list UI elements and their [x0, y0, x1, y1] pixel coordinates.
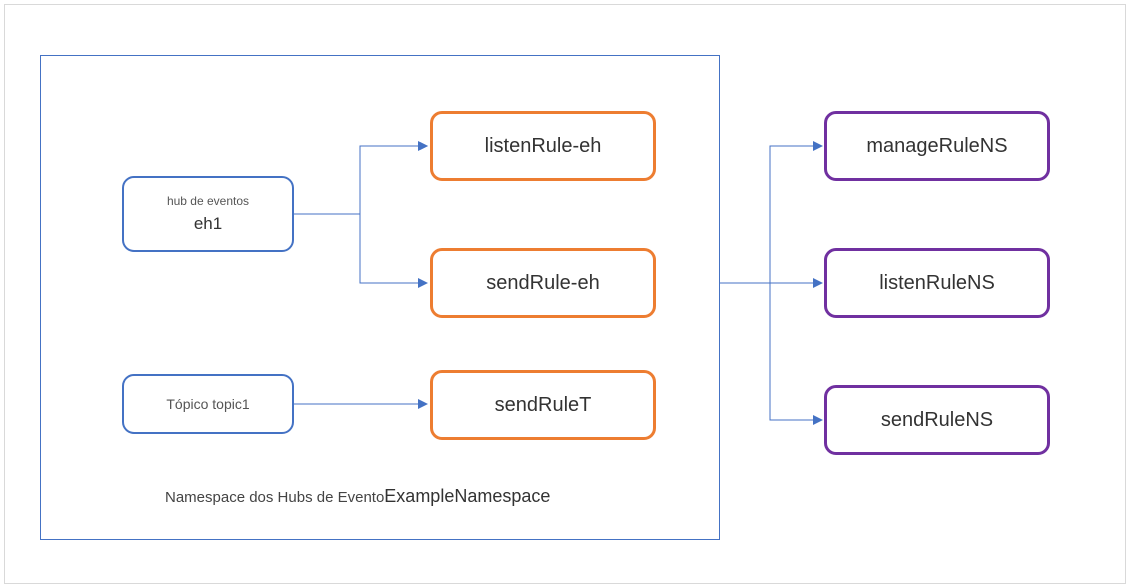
connector-ns-to-rules [0, 0, 1130, 588]
